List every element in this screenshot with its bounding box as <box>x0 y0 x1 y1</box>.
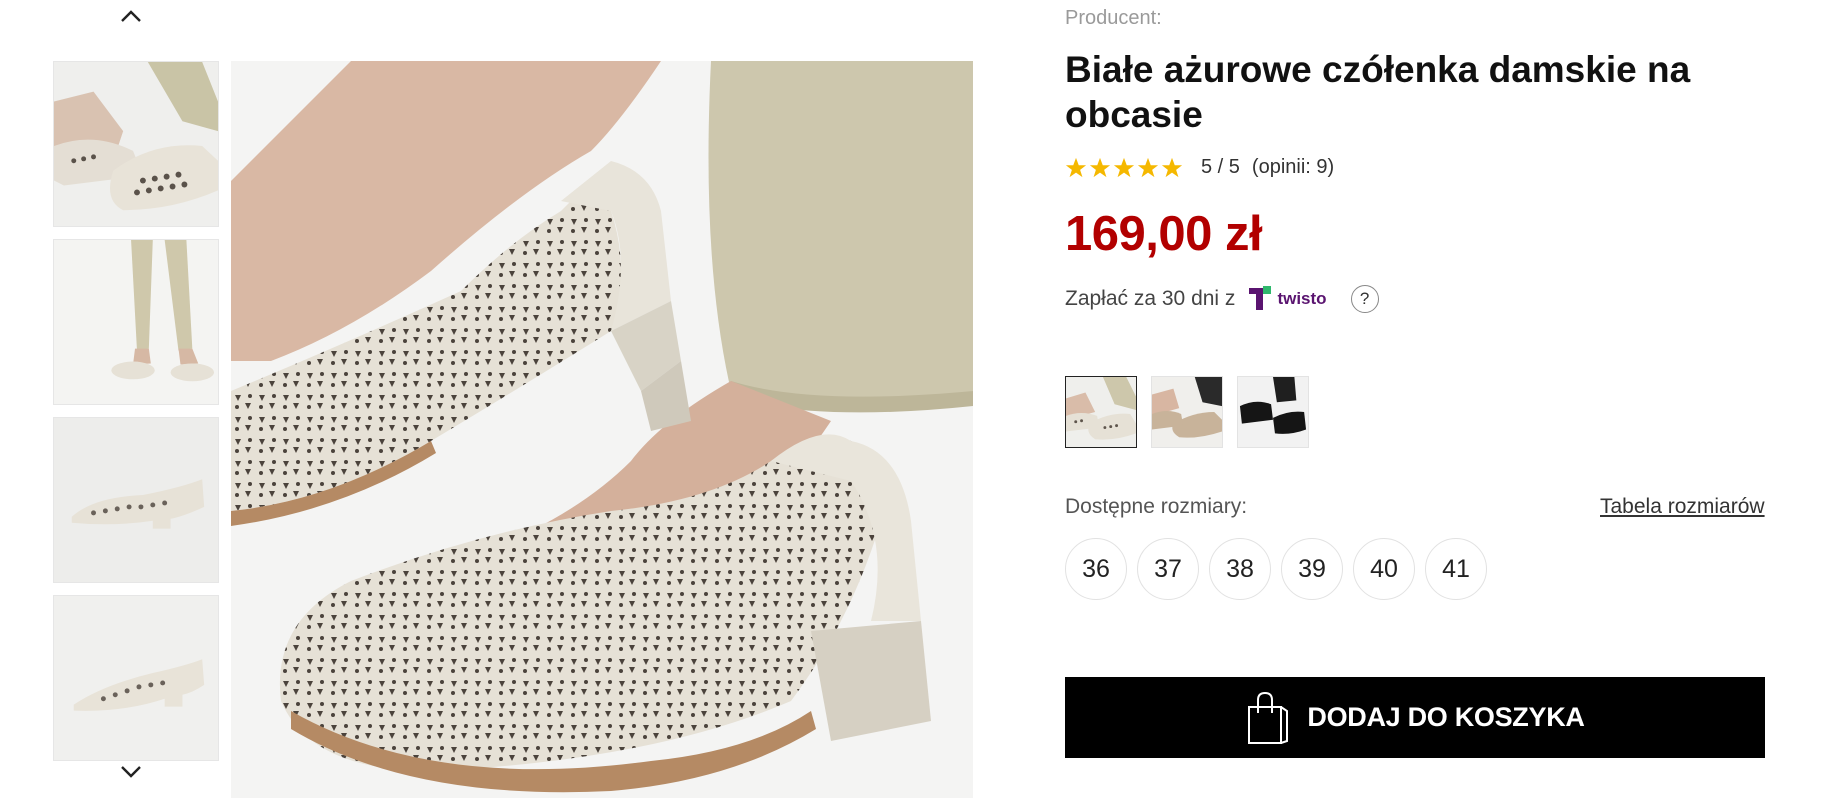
variant-gold[interactable] <box>1151 376 1223 448</box>
gallery-up-arrow[interactable] <box>116 4 146 28</box>
angled-profile-thumbnail-image <box>54 596 218 760</box>
size-option-40[interactable]: 40 <box>1353 538 1415 600</box>
thumbnail-1[interactable] <box>53 61 219 227</box>
rating-stars <box>1065 157 1183 179</box>
twisto-logo-icon <box>1249 286 1272 310</box>
producer-label: Producent: <box>1065 7 1162 29</box>
pay-later-info: Zapłać za 30 dni z twisto ? <box>1065 285 1379 313</box>
thumbnail-4[interactable] <box>53 595 219 761</box>
main-product-image[interactable] <box>231 61 973 798</box>
size-option-36[interactable]: 36 <box>1065 538 1127 600</box>
add-to-cart-button[interactable]: DODAJ DO KOSZYKA <box>1065 677 1765 758</box>
review-count: (opinii: 9) <box>1251 156 1335 178</box>
size-table-link[interactable]: Tabela rozmiarów <box>1600 495 1765 519</box>
beige-variant-image <box>1066 377 1136 447</box>
star-icon <box>1137 157 1159 177</box>
star-icon <box>1089 157 1111 177</box>
chevron-up-icon <box>121 10 141 22</box>
rating-score: 5 / 5 <box>1201 156 1240 178</box>
product-rating[interactable]: 5 / 5 (opinii: 9) <box>1065 156 1334 179</box>
product-price: 169,00 zł <box>1065 207 1263 261</box>
product-title: Białe ażurowe czółenka damskie na obcasi… <box>1065 49 1691 135</box>
variant-beige[interactable] <box>1065 376 1137 448</box>
thumbnail-3[interactable] <box>53 417 219 583</box>
side-profile-thumbnail-image <box>54 418 218 582</box>
twisto-logo: twisto <box>1249 286 1327 312</box>
size-option-37[interactable]: 37 <box>1137 538 1199 600</box>
twisto-wordmark: twisto <box>1277 289 1327 308</box>
black-variant-image <box>1238 377 1308 447</box>
thumbnail-2[interactable] <box>53 239 219 405</box>
gallery-down-arrow[interactable] <box>116 760 146 784</box>
size-option-41[interactable]: 41 <box>1425 538 1487 600</box>
shopping-bag-icon <box>1248 691 1289 744</box>
pay-later-help-button[interactable]: ? <box>1350 285 1379 313</box>
sizes-label: Dostępne rozmiary: <box>1065 495 1248 518</box>
color-variants <box>1065 376 1309 448</box>
variant-black[interactable] <box>1237 376 1309 448</box>
size-option-39[interactable]: 39 <box>1281 538 1343 600</box>
main-shoe-photo <box>231 61 973 798</box>
chevron-down-icon <box>121 766 141 778</box>
size-option-38[interactable]: 38 <box>1209 538 1271 600</box>
shoe-closeup-thumbnail-image <box>54 62 218 226</box>
add-to-cart-label: DODAJ DO KOSZYKA <box>1307 702 1585 732</box>
gold-variant-image <box>1152 377 1222 447</box>
thumbnail-list <box>53 61 219 773</box>
pay-later-text: Zapłać za 30 dni z <box>1065 287 1236 310</box>
size-options: 36 37 38 39 40 41 <box>1065 538 1487 600</box>
star-icon <box>1113 157 1135 177</box>
star-icon <box>1161 157 1183 177</box>
star-icon <box>1065 157 1087 177</box>
full-legs-thumbnail-image <box>54 240 218 404</box>
